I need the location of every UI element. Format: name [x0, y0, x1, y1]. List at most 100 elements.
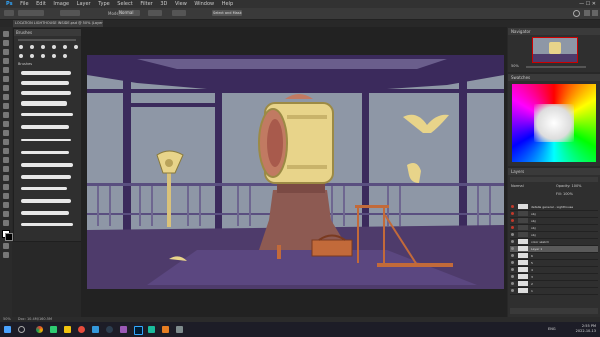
visibility-eye-icon[interactable]: [511, 219, 514, 222]
layers-footer-buttons[interactable]: [510, 308, 598, 314]
menu-select[interactable]: Select: [117, 0, 132, 8]
share-icon[interactable]: [592, 10, 598, 16]
quick-select-tool-icon[interactable]: [3, 58, 9, 64]
brush-stroke-preview[interactable]: [21, 139, 71, 141]
app-icon[interactable]: [50, 326, 57, 333]
visibility-eye-icon[interactable]: [511, 261, 514, 264]
menu-type[interactable]: Type: [98, 0, 109, 8]
brush-size-slider[interactable]: [18, 39, 76, 41]
visibility-eye-icon[interactable]: [511, 226, 514, 229]
layer-row[interactable]: detalle general - Lighthouse: [510, 204, 598, 211]
zoom-tool-icon[interactable]: [3, 211, 9, 217]
brush-stroke-preview[interactable]: [21, 175, 71, 179]
layer-row[interactable]: obj: [510, 211, 598, 218]
brush-stroke-preview[interactable]: [21, 163, 73, 167]
menu-file[interactable]: File: [20, 0, 28, 8]
layer-row[interactable]: obj: [510, 218, 598, 225]
tool-preset-picker[interactable]: [4, 10, 14, 16]
language-indicator[interactable]: ENG: [548, 327, 556, 332]
stamp-tool-icon[interactable]: [3, 112, 9, 118]
menu-edit[interactable]: Edit: [36, 0, 46, 8]
menu-view[interactable]: View: [175, 0, 187, 8]
blend-mode-select[interactable]: Normal: [511, 184, 524, 188]
brush-tip-preset[interactable]: [52, 54, 56, 58]
brush-tip-preset[interactable]: [30, 45, 34, 49]
more-tools-icon[interactable]: [3, 220, 9, 226]
app-icon[interactable]: [120, 326, 127, 333]
brush-tip-preset[interactable]: [63, 45, 67, 49]
brush-tip-preset[interactable]: [19, 54, 23, 58]
layer-row[interactable]: 3: [510, 274, 598, 281]
navigator-zoom[interactable]: 50%: [511, 64, 519, 68]
brush-stroke-preview[interactable]: [21, 187, 67, 190]
brush-tool-icon[interactable]: [3, 103, 9, 109]
brush-stroke-preview[interactable]: [21, 211, 69, 215]
navigator-preview[interactable]: [532, 37, 578, 63]
window-controls[interactable]: — ☐ ✕: [579, 0, 596, 8]
brush-stroke-preview[interactable]: [21, 125, 69, 129]
blur-tool-icon[interactable]: [3, 148, 9, 154]
brush-tip-preset[interactable]: [41, 45, 45, 49]
color-wheel-swatch-grid[interactable]: [512, 84, 596, 162]
ps-logo-icon[interactable]: Ps: [6, 0, 13, 8]
file-explorer-icon[interactable]: [64, 326, 71, 333]
brush-tip-preset[interactable]: [30, 54, 34, 58]
layer-row[interactable]: 4: [510, 267, 598, 274]
screen-mode-icon[interactable]: [3, 252, 9, 258]
select-and-mask-button[interactable]: Select and Mask...: [212, 10, 242, 16]
layer-row[interactable]: color sketch: [510, 239, 598, 246]
path-select-tool-icon[interactable]: [3, 184, 9, 190]
eyedropper-tool-icon[interactable]: [3, 85, 9, 91]
menu-filter[interactable]: Filter: [140, 0, 152, 8]
artwork-canvas[interactable]: [87, 55, 504, 289]
layer-filter-bar[interactable]: [510, 177, 598, 182]
eraser-tool-icon[interactable]: [3, 130, 9, 136]
background-color-swatch[interactable]: [5, 233, 13, 241]
visibility-eye-icon[interactable]: [511, 254, 514, 257]
layer-row[interactable]: 5: [510, 260, 598, 267]
hand-tool-icon[interactable]: [3, 202, 9, 208]
menu-image[interactable]: Image: [53, 0, 69, 8]
frame-tool-icon[interactable]: [3, 76, 9, 82]
brush-stroke-preview[interactable]: [21, 91, 71, 95]
app-icon[interactable]: [162, 326, 169, 333]
mode-select[interactable]: Normal: [118, 10, 140, 16]
history-brush-tool-icon[interactable]: [3, 121, 9, 127]
layer-row[interactable]: obj: [510, 225, 598, 232]
menu-3d[interactable]: 3D: [160, 0, 167, 8]
visibility-eye-icon[interactable]: [511, 212, 514, 215]
menu-layer[interactable]: Layer: [77, 0, 91, 8]
visibility-eye-icon[interactable]: [511, 282, 514, 285]
visibility-eye-icon[interactable]: [511, 205, 514, 208]
visibility-eye-icon[interactable]: [511, 268, 514, 271]
healing-tool-icon[interactable]: [3, 94, 9, 100]
brush-tip-preset[interactable]: [74, 45, 78, 49]
brush-stroke-preview[interactable]: [21, 101, 67, 106]
layer-row[interactable]: obj: [510, 232, 598, 239]
windows-start-icon[interactable]: [4, 326, 11, 333]
lasso-tool-icon[interactable]: [3, 49, 9, 55]
brush-tip-preset[interactable]: [52, 45, 56, 49]
steam-icon[interactable]: [106, 326, 113, 333]
app-icon[interactable]: [92, 326, 99, 333]
menu-window[interactable]: Window: [194, 0, 214, 8]
layer-row-selected[interactable]: Layer 1: [510, 246, 598, 253]
brush-stroke-preview[interactable]: [21, 71, 71, 75]
marquee-tool-icon[interactable]: [3, 40, 9, 46]
brush-stroke-preview[interactable]: [21, 81, 69, 85]
document-tab[interactable]: LOCATION LIGHTHOUSE INSIDE.psd @ 50% (La…: [13, 20, 103, 27]
brush-tip-preset[interactable]: [19, 45, 23, 49]
shape-tool-icon[interactable]: [3, 193, 9, 199]
visibility-eye-icon[interactable]: [511, 275, 514, 278]
app-icon[interactable]: [148, 326, 155, 333]
search-icon[interactable]: [18, 326, 25, 333]
status-zoom[interactable]: 50%: [3, 317, 11, 321]
app-icon[interactable]: [78, 326, 85, 333]
width-field[interactable]: [148, 10, 162, 16]
layer-row[interactable]: 1: [510, 288, 598, 295]
feather-field[interactable]: [60, 10, 80, 16]
visibility-eye-icon[interactable]: [511, 289, 514, 292]
selection-mode-buttons[interactable]: [18, 10, 44, 16]
workspace-icon[interactable]: [584, 10, 590, 16]
dodge-tool-icon[interactable]: [3, 157, 9, 163]
